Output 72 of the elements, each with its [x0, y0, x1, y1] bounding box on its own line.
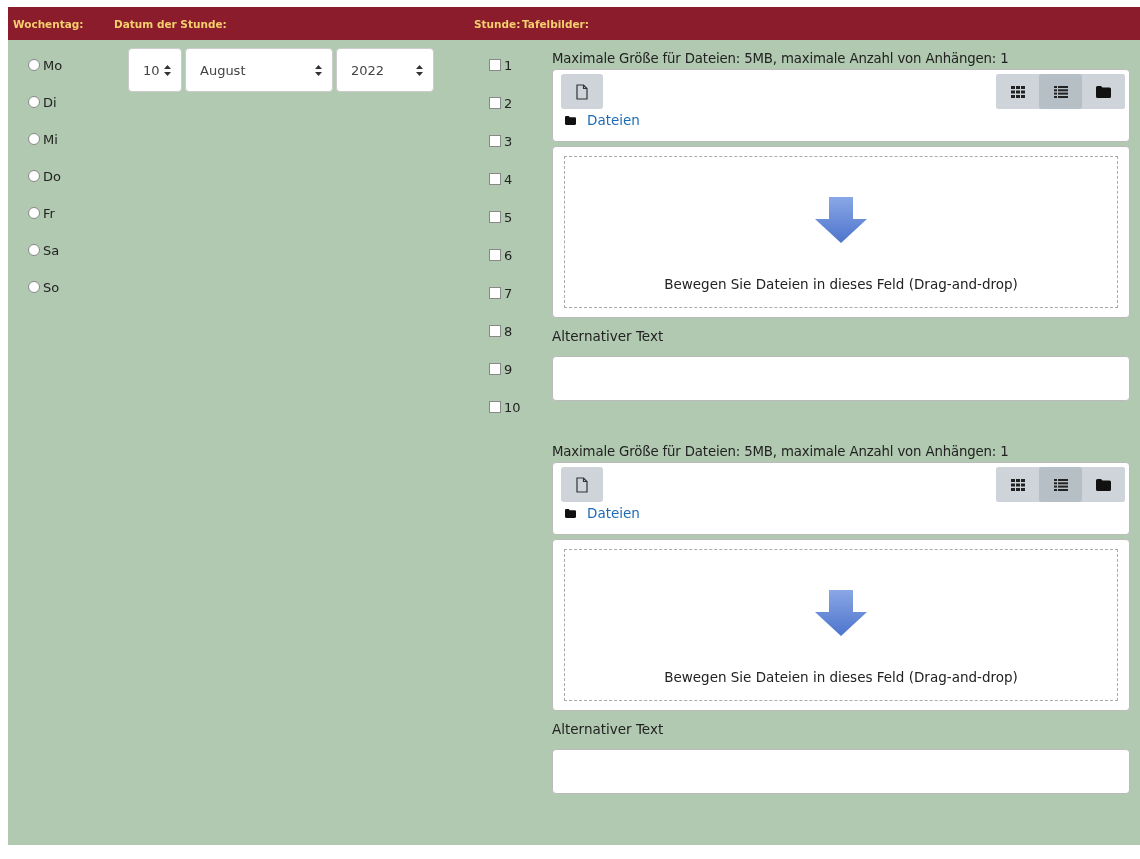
- checkbox[interactable]: [489, 287, 501, 299]
- checkbox-label: 3: [504, 133, 513, 149]
- checkbox-label: 6: [504, 247, 513, 263]
- checkbox-label: 4: [504, 171, 513, 187]
- column-header: Wochentag:: [13, 17, 85, 30]
- drop-hint: Bewegen Sie Dateien in dieses Feld (Drag-and-drop): [664, 669, 1018, 685]
- grid-icon: [1010, 478, 1025, 491]
- sort-icon: [315, 64, 322, 76]
- radio-button[interactable]: [28, 281, 40, 293]
- list-view-button[interactable]: [1039, 74, 1082, 109]
- checkbox[interactable]: [489, 211, 501, 223]
- radio-label: Mi: [43, 131, 58, 147]
- radio-button[interactable]: [28, 59, 40, 71]
- checkbox-label: 7: [504, 285, 513, 301]
- folder-link[interactable]: Dateien: [587, 112, 640, 128]
- checkbox[interactable]: [489, 135, 501, 147]
- sort-icon: [416, 64, 423, 76]
- column-header: Stunde:: [474, 17, 522, 30]
- checkbox[interactable]: [489, 173, 501, 185]
- dropdown[interactable]: 2022: [336, 48, 434, 92]
- add-file-button[interactable]: [561, 467, 603, 502]
- checkbox-label: 1: [504, 57, 513, 73]
- radio-label: Sa: [43, 242, 60, 258]
- checkbox-label: 8: [504, 323, 513, 339]
- field-label: Alternativer Text: [552, 328, 665, 344]
- radio-button[interactable]: [28, 133, 40, 145]
- down-arrow-icon: [815, 197, 867, 243]
- checkbox-label: 2: [504, 95, 513, 111]
- field-label: Alternativer Text: [552, 721, 665, 737]
- radio-label: So: [43, 279, 60, 295]
- checkbox[interactable]: [489, 325, 501, 337]
- grid-icon: [1010, 85, 1025, 98]
- drop-hint: Bewegen Sie Dateien in dieses Feld (Drag-and-drop): [664, 276, 1018, 292]
- add-file-button[interactable]: [561, 74, 603, 109]
- checkbox[interactable]: [489, 97, 501, 109]
- folder-icon: [565, 508, 576, 518]
- checkbox[interactable]: [489, 363, 501, 375]
- upload-limits: Maximale Größe für Dateien: 5MB, maximale Anzahl von Anhängen: 1: [552, 51, 1010, 66]
- column-header: Datum der Stunde:: [114, 17, 228, 30]
- drop-zone[interactable]: Bewegen Sie Dateien in dieses Feld (Drag-and-drop): [552, 539, 1130, 711]
- checkbox-label: 9: [504, 361, 513, 377]
- upload-limits: Maximale Größe für Dateien: 5MB, maximale Anzahl von Anhängen: 1: [552, 444, 1010, 459]
- alt-text-field[interactable]: [552, 749, 1130, 794]
- column-header: Tafelbilder:: [522, 17, 589, 30]
- down-arrow-icon: [815, 590, 867, 636]
- checkbox-label: 10: [504, 399, 521, 415]
- list-icon: [1053, 478, 1068, 491]
- folder-icon: [1096, 85, 1111, 98]
- radio-button[interactable]: [28, 170, 40, 182]
- radio-button[interactable]: [28, 96, 40, 108]
- checkbox[interactable]: [489, 401, 501, 413]
- alt-text-field[interactable]: [552, 356, 1130, 401]
- checkbox[interactable]: [489, 59, 501, 71]
- file-icon: [576, 83, 588, 100]
- checkbox-label: 5: [504, 209, 513, 225]
- list-view-button[interactable]: [1039, 467, 1082, 502]
- drop-zone[interactable]: Bewegen Sie Dateien in dieses Feld (Drag-and-drop): [552, 146, 1130, 318]
- folder-link[interactable]: Dateien: [587, 505, 640, 521]
- checkbox[interactable]: [489, 249, 501, 261]
- radio-label: Di: [43, 94, 57, 110]
- folder-icon: [565, 115, 576, 125]
- radio-button[interactable]: [28, 244, 40, 256]
- radio-label: Mo: [43, 57, 63, 73]
- list-icon: [1053, 85, 1068, 98]
- dropdown[interactable]: 10: [128, 48, 182, 92]
- file-icon: [576, 476, 588, 493]
- radio-label: Fr: [43, 205, 55, 221]
- radio-button[interactable]: [28, 207, 40, 219]
- radio-label: Do: [43, 168, 61, 184]
- sort-icon: [164, 64, 171, 76]
- folder-icon: [1096, 478, 1111, 491]
- dropdown[interactable]: August: [185, 48, 333, 92]
